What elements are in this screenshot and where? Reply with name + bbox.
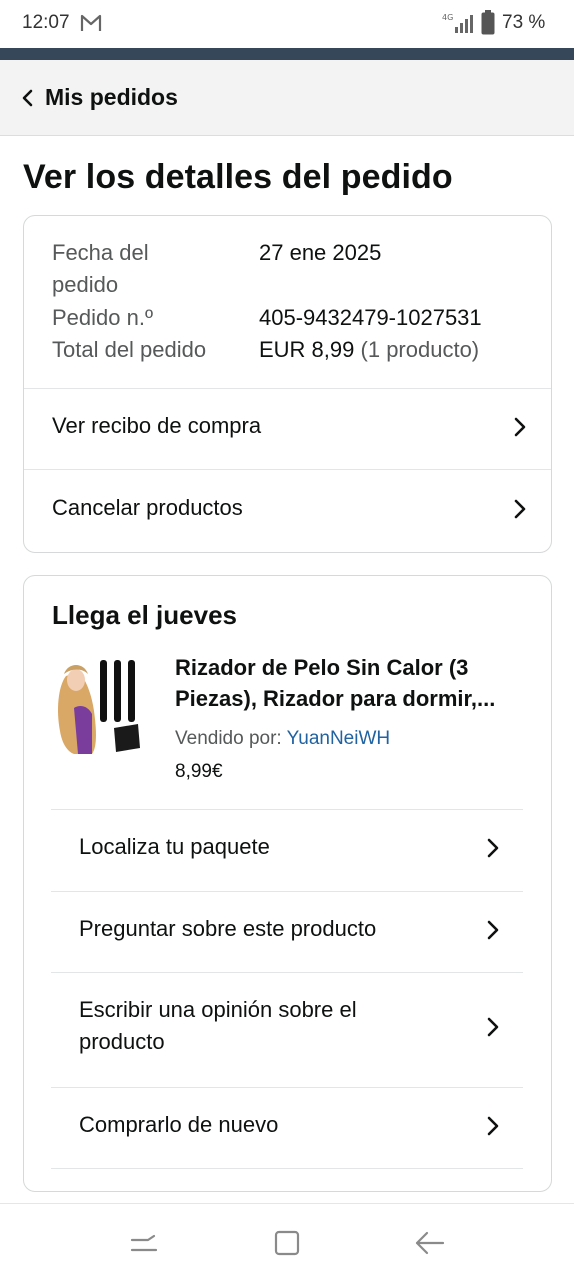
view-receipt-row[interactable]: Ver recibo de compra xyxy=(24,388,551,469)
ask-product-label: Preguntar sobre este producto xyxy=(79,916,377,941)
recent-apps-icon[interactable] xyxy=(128,1228,160,1258)
view-receipt-label: Ver recibo de compra xyxy=(52,413,262,438)
system-nav-bar xyxy=(0,1203,574,1280)
product-image[interactable] xyxy=(52,656,144,754)
breadcrumb[interactable]: Mis pedidos xyxy=(0,60,574,136)
order-number-label: Pedido n.º xyxy=(52,305,153,330)
product-price: 8,99€ xyxy=(175,761,223,782)
ask-product-row[interactable]: Preguntar sobre este producto xyxy=(51,891,523,972)
order-total-amount: EUR 8,99 xyxy=(259,337,355,362)
track-package-row[interactable]: Localiza tu paquete xyxy=(51,809,523,891)
product-title[interactable]: Rizador de Pelo Sin Calor (3 Piezas), Ri… xyxy=(175,652,535,714)
seller-info: Vendido por: YuanNeiWH xyxy=(175,728,390,750)
status-time: 12:07 xyxy=(22,12,70,33)
app-header-bar xyxy=(0,48,574,60)
write-review-label-line2: producto xyxy=(79,1029,165,1054)
battery-percent: 73 % xyxy=(502,12,546,33)
back-link-mis-pedidos[interactable]: Mis pedidos xyxy=(45,84,178,111)
arrival-heading: Llega el jueves xyxy=(52,600,237,630)
write-review-label: Escribir una opinión sobre el xyxy=(79,997,357,1022)
order-date-label: Fecha del xyxy=(52,240,149,265)
network-type: 4G xyxy=(442,13,453,22)
order-date-value: 27 ene 2025 xyxy=(259,240,382,265)
battery-icon xyxy=(481,10,495,35)
product-title-line1: Rizador de Pelo Sin Calor (3 xyxy=(175,655,469,680)
order-number-value: 405-9432479-1027531 xyxy=(259,305,482,330)
order-total-label: Total del pedido xyxy=(52,337,207,362)
buy-again-label: Comprarlo de nuevo xyxy=(79,1112,279,1137)
status-bar: 12:07 4G 73 % xyxy=(0,0,574,48)
chevron-right-icon xyxy=(487,1017,499,1037)
product-title-line2: Piezas), Rizador para dormir,... xyxy=(175,686,496,711)
gmail-icon xyxy=(80,14,102,31)
order-summary-card: Fecha del pedido 27 ene 2025 Pedido n.º … xyxy=(23,215,552,553)
signal-icon: 4G xyxy=(442,13,473,33)
track-package-label: Localiza tu paquete xyxy=(79,834,270,859)
cancel-products-label: Cancelar productos xyxy=(52,495,243,520)
buy-again-row[interactable]: Comprarlo de nuevo xyxy=(51,1087,523,1169)
write-review-row[interactable]: Escribir una opinión sobre el producto xyxy=(51,972,523,1087)
order-date-label-line2: pedido xyxy=(52,272,119,297)
cancel-products-row[interactable]: Cancelar productos xyxy=(24,469,551,552)
order-total-value: EUR 8,99 (1 producto) xyxy=(259,334,479,366)
home-icon[interactable] xyxy=(272,1228,304,1258)
sold-by-label: Vendido por: xyxy=(175,728,287,749)
chevron-right-icon xyxy=(487,838,499,858)
chevron-right-icon xyxy=(487,1116,499,1136)
chevron-left-icon[interactable] xyxy=(21,89,35,107)
seller-link[interactable]: YuanNeiWH xyxy=(287,728,391,749)
back-icon[interactable] xyxy=(413,1228,445,1258)
shipment-card: Llega el jueves Rizador de Pelo Sin Calo… xyxy=(23,575,552,1192)
order-total-count: (1 producto) xyxy=(360,337,480,362)
chevron-right-icon xyxy=(514,499,526,519)
chevron-right-icon xyxy=(487,920,499,940)
chevron-right-icon xyxy=(514,417,526,437)
page-title: Ver los detalles del pedido xyxy=(23,158,453,196)
